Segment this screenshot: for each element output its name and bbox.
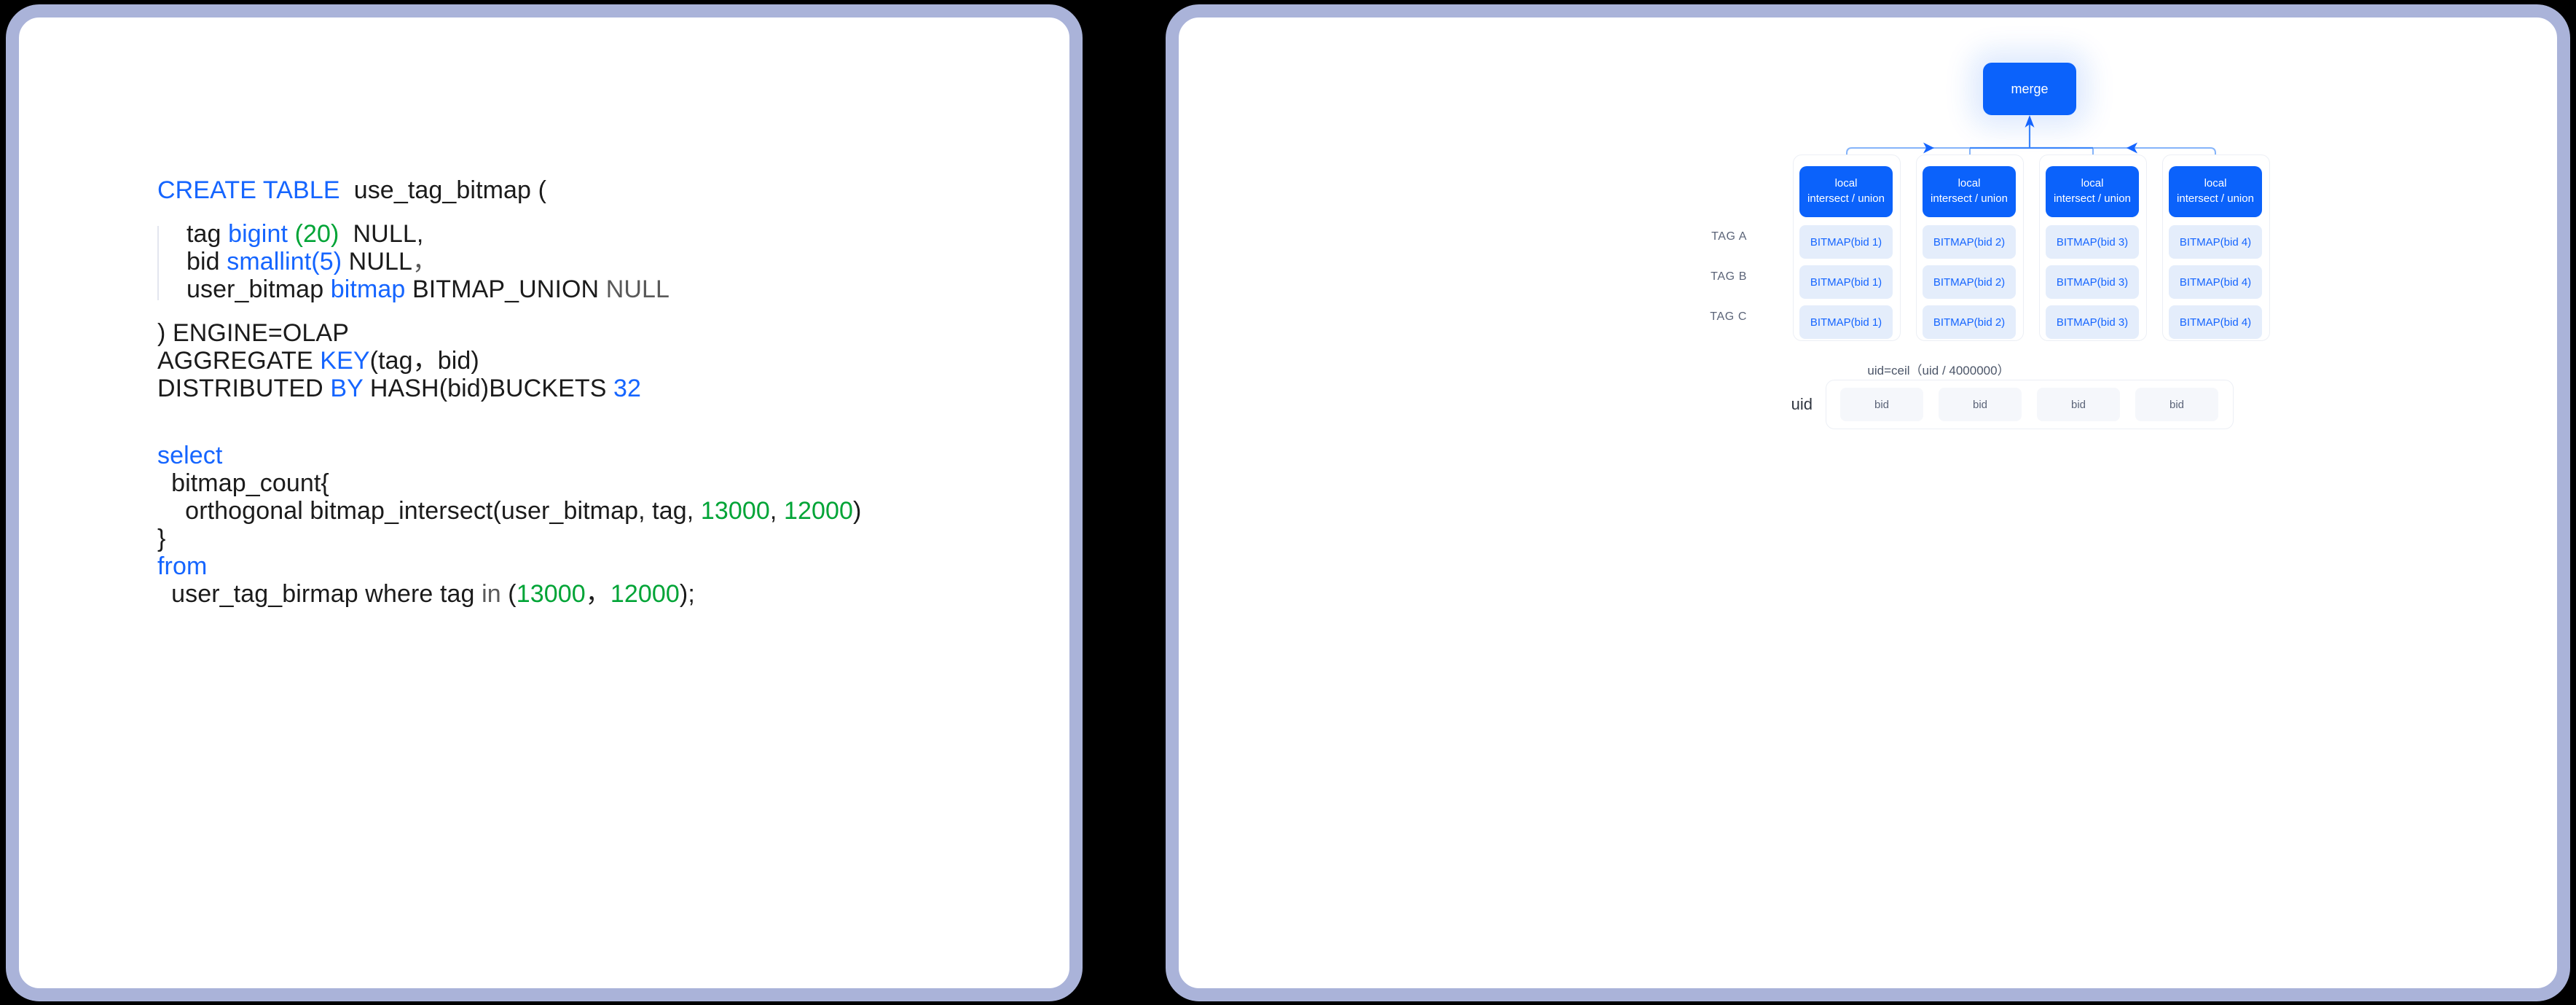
sql-token: user_bitmap [186,275,331,303]
sql-token: , [769,497,784,525]
sql-token: DISTRIBUTED [157,375,331,402]
sql-token: } [157,525,166,552]
sql-code-block: CREATE TABLE use_tag_bitmap ( tag bigint… [157,178,1032,609]
sql-token: in [482,580,501,608]
sql-line: CREATE TABLE use_tag_bitmap ( [157,178,1032,206]
bitmap-cell[interactable]: BITMAP(bid 2) [1923,305,2016,339]
sql-line: tag bigint (20) NULL, [186,222,1032,249]
bitmap-cell[interactable]: BITMAP(bid 1) [1799,225,1893,259]
sql-line: from [157,554,1032,582]
sql-token: KEY [320,347,370,375]
bitmap-cell[interactable]: BITMAP(bid 1) [1799,265,1893,299]
diagram-panel: merge local intersect / union local inte… [1166,4,2570,1001]
uid-row-label: uid [1791,395,1813,413]
local-node-label-line2: intersect / union [1931,192,2008,205]
merge-node-label: merge [2011,81,2049,96]
uid-formula-label: uid=ceil（uid / 4000000） [1867,364,2010,378]
uid-bid-cell[interactable]: bid [1840,388,1923,421]
local-intersect-union-node[interactable]: local intersect / union [2046,166,2139,217]
local-node-label-line1: local [2204,177,2227,190]
merge-node[interactable]: merge [1983,63,2076,115]
sql-token: 13000 [700,497,770,525]
sql-token: use_tag_bitmap ( [339,176,547,204]
bitmap-cell[interactable]: BITMAP(bid 2) [1923,225,2016,259]
sql-token: (tag，bid) [369,347,479,375]
bitmap-cell[interactable]: BITMAP(bid 1) [1799,305,1893,339]
sql-token: 13000 [516,580,586,608]
sql-line: ) ENGINE=OLAP [157,321,1032,348]
bitmap-cell[interactable]: BITMAP(bid 3) [2046,305,2139,339]
sql-line: select [157,443,1032,471]
sql-token: BY [330,375,364,402]
sql-line: DISTRIBUTED BY HASH(bid)BUCKETS 32 [157,376,1032,404]
sql-token: HASH(bid)BUCKETS [363,375,614,402]
sql-token: bitmap_count{ [157,469,329,497]
local-node-label-line1: local [2081,177,2104,190]
sql-token: bitmap [330,275,406,303]
sql-token: CREATE TABLE [157,176,340,204]
bitmap-cell[interactable]: BITMAP(bid 4) [2169,305,2262,339]
sql-token: ) ENGINE=OLAP [157,319,349,347]
bitmap-cell[interactable]: BITMAP(bid 2) [1923,265,2016,299]
sql-token: tag [186,220,229,248]
sql-token: from [157,552,208,580]
tag-row-label: TAG A [1711,230,1747,243]
bitmap-cell[interactable]: BITMAP(bid 4) [2169,265,2262,299]
sql-line: user_tag_birmap where tag in (13000，1200… [157,582,1032,609]
sql-token: 32 [613,375,642,402]
sql-token: ); [679,580,695,608]
sql-token: AGGREGATE [157,347,321,375]
sql-token: 12000 [784,497,854,525]
sql-token: ， [412,248,438,275]
sql-panel: CREATE TABLE use_tag_bitmap ( tag bigint… [6,4,1083,1001]
sql-token: NULL, [339,220,424,248]
uid-bid-cell[interactable]: bid [2135,388,2218,421]
bitmap-cell[interactable]: BITMAP(bid 3) [2046,225,2139,259]
local-node-label-line2: intersect / union [2177,192,2254,205]
sql-line: bitmap_count{ [157,471,1032,498]
sql-token: BITMAP_UNION [405,275,606,303]
local-node-label-line1: local [1957,177,1981,190]
local-intersect-union-node[interactable]: local intersect / union [1799,166,1893,217]
sql-line: user_bitmap bitmap BITMAP_UNION NULL [186,277,1032,305]
sql-token: select [157,442,223,469]
sql-token: ( [500,580,517,608]
bitmap-architecture-diagram: merge local intersect / union local inte… [1179,17,2557,988]
sql-token: NULL [605,275,670,303]
sql-token: smallint(5) [227,248,342,275]
sql-token: 12000 [610,580,680,608]
tag-row-label: TAG C [1710,310,1747,323]
sql-token: (20) [294,220,339,248]
sql-token: ， [585,580,610,608]
tag-row-label: TAG B [1711,270,1747,283]
sql-line: AGGREGATE KEY(tag，bid) [157,348,1032,376]
sql-line: } [157,526,1032,554]
sql-token: bid [186,248,227,275]
local-node-label-line1: local [1834,177,1858,190]
sql-token: ) [853,497,862,525]
local-node-label-line2: intersect / union [1807,192,1885,205]
local-intersect-union-node[interactable]: local intersect / union [1923,166,2016,217]
sql-token: bigint [228,220,288,248]
sql-token: user_tag_birmap where tag [157,580,482,608]
uid-bid-cell[interactable]: bid [2037,388,2120,421]
sql-column-definitions-group: tag bigint (20) NULL, bid smallint(5) NU… [157,222,1032,305]
sql-line: orthogonal bitmap_intersect(user_bitmap,… [157,498,1032,526]
bitmap-cell[interactable]: BITMAP(bid 3) [2046,265,2139,299]
sql-line: bid smallint(5) NULL， [186,249,1032,277]
sql-token: orthogonal bitmap_intersect(user_bitmap,… [157,497,701,525]
uid-bid-cell[interactable]: bid [1939,388,2022,421]
bitmap-cell[interactable]: BITMAP(bid 4) [2169,225,2262,259]
local-node-label-line2: intersect / union [2054,192,2131,205]
sql-token: NULL [342,248,412,275]
local-intersect-union-node[interactable]: local intersect / union [2169,166,2262,217]
